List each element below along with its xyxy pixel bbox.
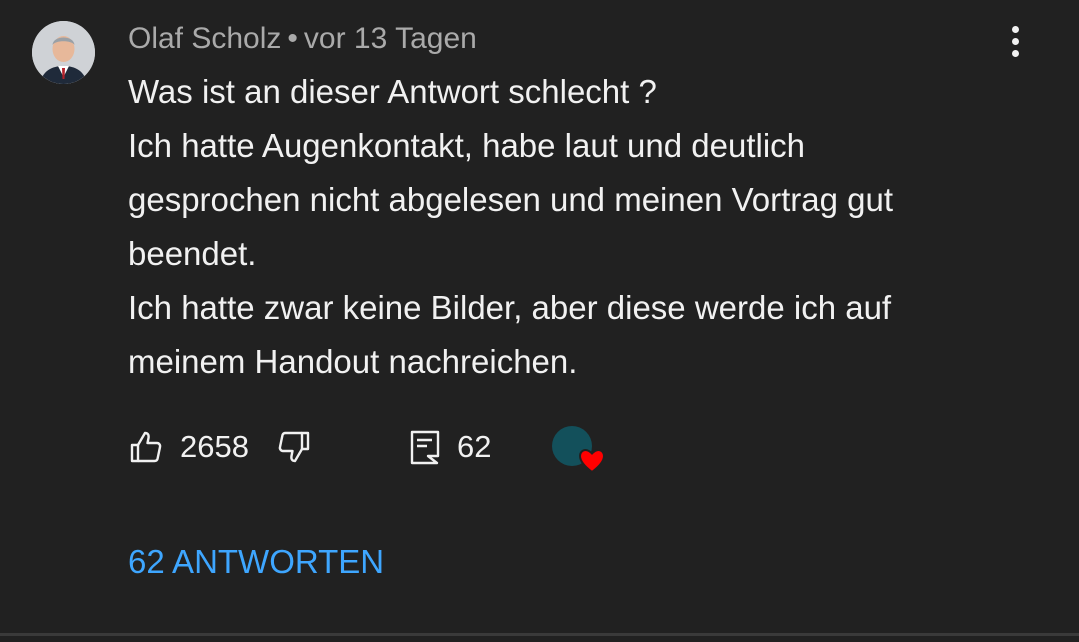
creator-heart-badge: [550, 425, 608, 475]
divider: [0, 633, 1079, 636]
more-vert-icon[interactable]: [996, 18, 1036, 64]
comment-line: meinem Handout nachreichen.: [128, 343, 578, 380]
view-replies-button[interactable]: 62 ANTWORTEN: [128, 543, 384, 581]
author-name[interactable]: Olaf Scholz: [128, 22, 281, 55]
comment-line: Was ist an dieser Antwort schlecht ?: [128, 73, 657, 110]
comment-line: Ich hatte zwar keine Bilder, aber diese …: [128, 289, 892, 326]
thumbs-up-icon: [130, 431, 162, 463]
comment-icon: [410, 430, 440, 465]
comment-text: Was ist an dieser Antwort schlecht ? Ich…: [128, 65, 1028, 389]
meta-separator: •: [287, 22, 298, 55]
comment-line: beendet.: [128, 235, 257, 272]
like-count: 2658: [180, 429, 249, 464]
comment-header: Olaf Scholz • vor 13 Tagen: [128, 22, 477, 56]
like-button[interactable]: 2658: [128, 420, 249, 474]
dislike-button[interactable]: [276, 420, 312, 474]
thumbs-down-icon: [278, 431, 310, 463]
avatar[interactable]: [32, 21, 95, 84]
reply-button[interactable]: 62: [410, 420, 491, 474]
comment-thread: Olaf Scholz • vor 13 Tagen Was ist an dies…: [0, 0, 1079, 642]
comment-line: Ich hatte Augenkontakt, habe laut und de…: [128, 127, 806, 164]
comment-timestamp: vor 13 Tagen: [303, 22, 477, 55]
comment-line: gesprochen nicht abgelesen und meinen Vo…: [128, 181, 894, 218]
creator-heart-icon: [578, 448, 606, 474]
reply-count: 62: [457, 429, 492, 464]
